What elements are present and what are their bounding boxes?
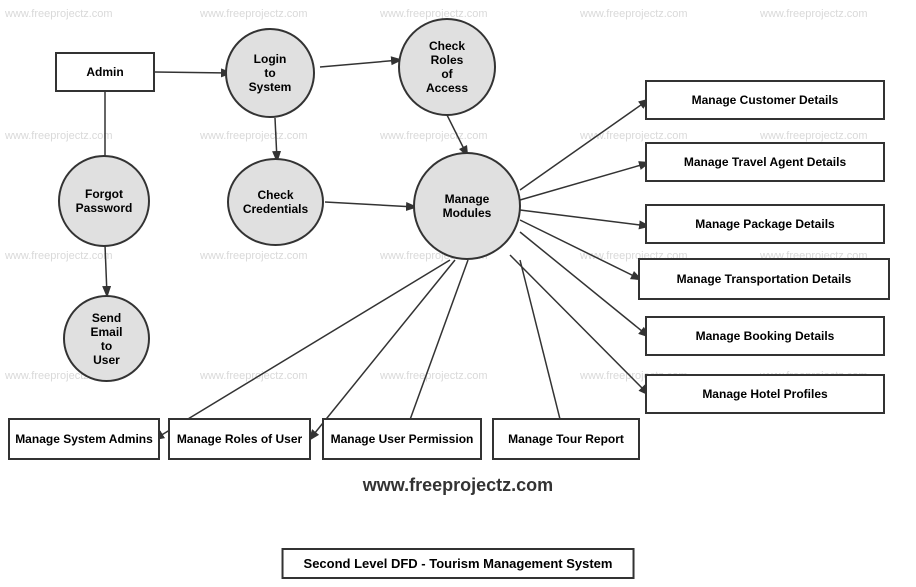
watermark: www.freeprojectz.com	[5, 8, 113, 20]
manage-package-details-label: Manage Package Details	[695, 217, 834, 231]
watermark: www.freeprojectz.com	[760, 130, 868, 142]
check-roles-label: CheckRolesofAccess	[426, 39, 468, 95]
manage-customer-details-box: Manage Customer Details	[645, 80, 885, 120]
login-circle: LogintoSystem	[225, 28, 315, 118]
forgot-password-label: ForgotPassword	[76, 187, 133, 215]
manage-system-admins-box: Manage System Admins	[8, 418, 160, 460]
manage-roles-user-box: Manage Roles of User	[168, 418, 311, 460]
watermark: www.freeprojectz.com	[580, 130, 688, 142]
admin-box: Admin	[55, 52, 155, 92]
manage-booking-label: Manage Booking Details	[696, 329, 835, 343]
manage-modules-circle: ManageModules	[413, 152, 521, 260]
check-credentials-label: CheckCredentials	[243, 188, 308, 216]
check-roles-circle: CheckRolesofAccess	[398, 18, 496, 116]
manage-transportation-label: Manage Transportation Details	[677, 272, 852, 286]
watermark: www.freeprojectz.com	[580, 8, 688, 20]
watermark: www.freeprojectz.com	[380, 8, 488, 20]
diagram-container: www.freeprojectz.com www.freeprojectz.co…	[0, 0, 916, 587]
manage-system-admins-label: Manage System Admins	[15, 432, 153, 446]
manage-user-permission-label: Manage User Permission	[331, 432, 474, 446]
check-credentials-circle: CheckCredentials	[227, 158, 324, 246]
login-label: LogintoSystem	[249, 52, 292, 94]
send-email-circle: SendEmailtoUser	[63, 295, 150, 382]
watermark: www.freeprojectz.com	[200, 8, 308, 20]
manage-booking-box: Manage Booking Details	[645, 316, 885, 356]
manage-modules-label: ManageModules	[443, 192, 492, 220]
manage-travel-agent-box: Manage Travel Agent Details	[645, 142, 885, 182]
manage-hotel-box: Manage Hotel Profiles	[645, 374, 885, 414]
admin-label: Admin	[86, 65, 123, 79]
watermark: www.freeprojectz.com	[200, 370, 308, 382]
watermark: www.freeprojectz.com	[5, 250, 113, 262]
forgot-password-circle: ForgotPassword	[58, 155, 150, 247]
watermark: www.freeprojectz.com	[380, 370, 488, 382]
manage-travel-agent-label: Manage Travel Agent Details	[684, 155, 846, 169]
watermark: www.freeprojectz.com	[380, 130, 488, 142]
watermark: www.freeprojectz.com	[760, 8, 868, 20]
watermark: www.freeprojectz.com	[200, 250, 308, 262]
send-email-label: SendEmailtoUser	[90, 311, 122, 367]
manage-user-permission-box: Manage User Permission	[322, 418, 482, 460]
manage-hotel-label: Manage Hotel Profiles	[702, 387, 827, 401]
manage-tour-report-box: Manage Tour Report	[492, 418, 640, 460]
website-label: www.freeprojectz.com	[363, 475, 553, 496]
manage-package-details-box: Manage Package Details	[645, 204, 885, 244]
manage-transportation-box: Manage Transportation Details	[638, 258, 890, 300]
manage-customer-details-label: Manage Customer Details	[692, 93, 839, 107]
manage-roles-user-label: Manage Roles of User	[177, 432, 302, 446]
footer-label: Second Level DFD - Tourism Management Sy…	[282, 548, 635, 579]
manage-tour-report-label: Manage Tour Report	[508, 432, 624, 446]
watermark: www.freeprojectz.com	[5, 130, 113, 142]
watermark: www.freeprojectz.com	[200, 130, 308, 142]
